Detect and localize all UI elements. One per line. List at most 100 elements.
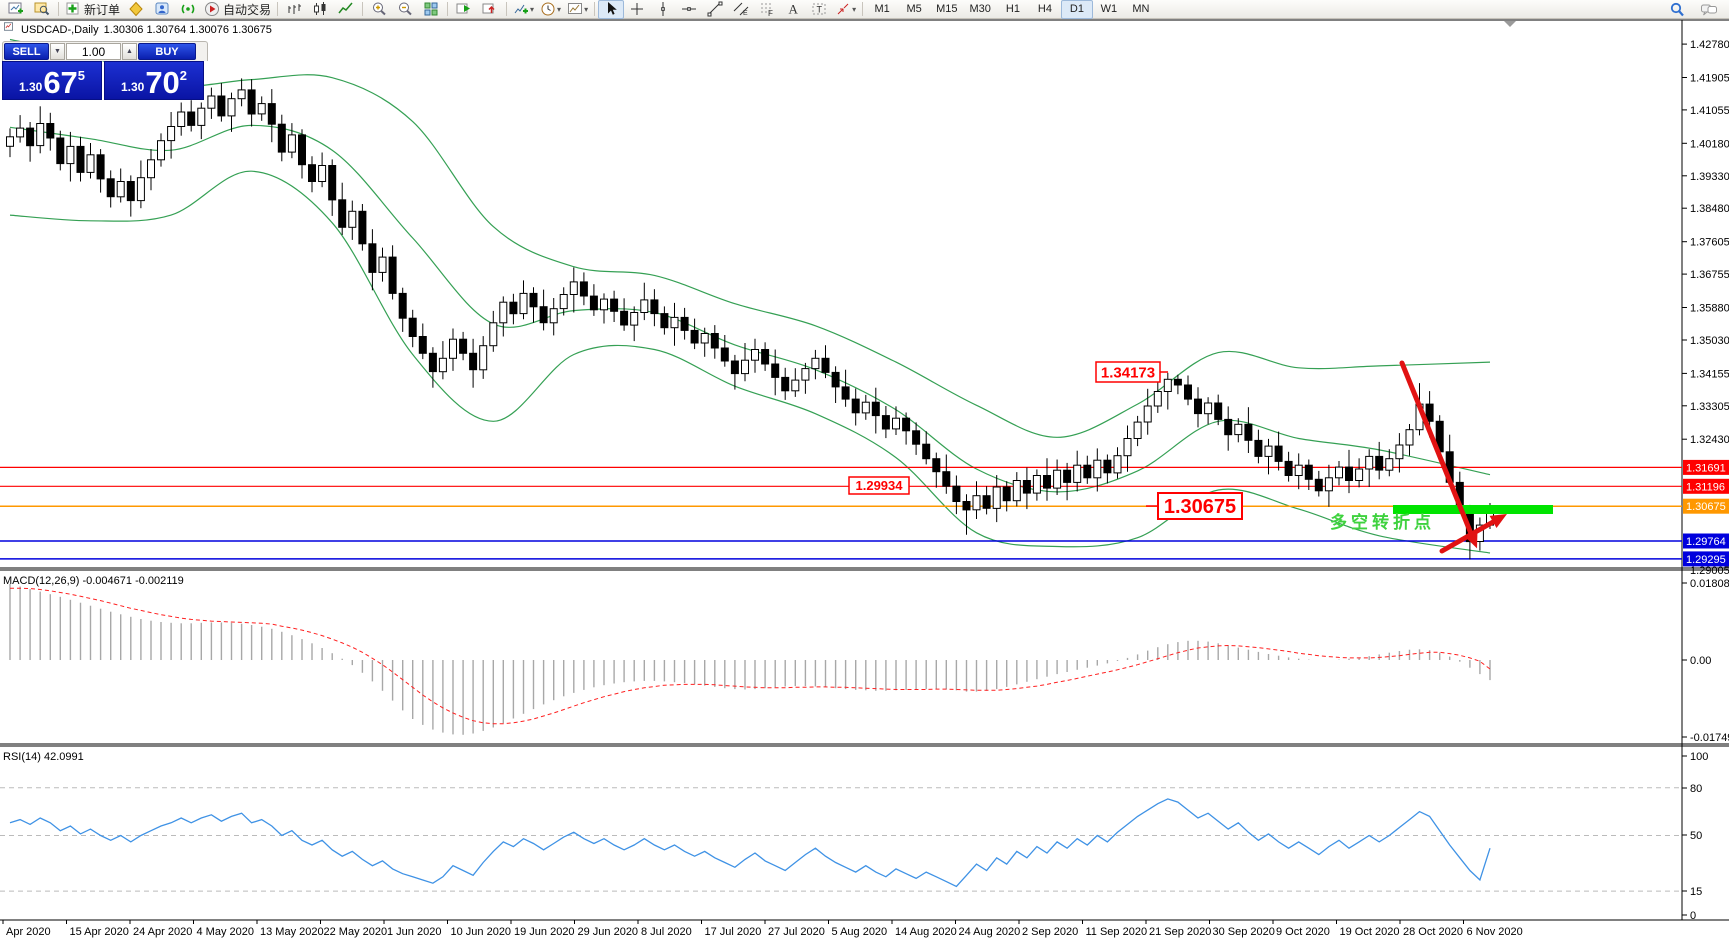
- svg-text:4 May 2020: 4 May 2020: [197, 926, 254, 938]
- svg-text:1.37605: 1.37605: [1690, 237, 1729, 249]
- volume-input[interactable]: [66, 43, 121, 60]
- search-icon[interactable]: [1669, 1, 1685, 18]
- timeframe-d1-button[interactable]: D1: [1060, 0, 1093, 19]
- svg-text:1.36755: 1.36755: [1690, 269, 1729, 281]
- chat-icon[interactable]: [1701, 1, 1717, 18]
- hline-icon[interactable]: [676, 0, 702, 19]
- svg-text:9 Oct 2020: 9 Oct 2020: [1276, 926, 1330, 938]
- toolbar-separator: [277, 2, 279, 16]
- arrows-icon[interactable]: ▾: [832, 0, 859, 19]
- auto-scroll-icon[interactable]: [451, 0, 477, 19]
- svg-text:1.30675: 1.30675: [1686, 501, 1726, 513]
- svg-text:1.33305: 1.33305: [1690, 401, 1729, 413]
- timeframe-m15-button[interactable]: M15: [930, 0, 963, 19]
- indicators-icon[interactable]: ▾: [510, 0, 537, 19]
- timeframe-m30-button[interactable]: M30: [964, 0, 997, 19]
- chinese-note-label[interactable]: 多空转折点: [1330, 512, 1435, 532]
- svg-text:1.38480: 1.38480: [1690, 203, 1729, 215]
- rsi-pane[interactable]: RSI(14) 42.0991: [0, 751, 1682, 892]
- svg-text:0.00: 0.00: [1690, 655, 1711, 667]
- toolbar-separator: [362, 2, 364, 16]
- buy-price-point: 2: [179, 68, 188, 83]
- new-order-button[interactable]: 新订单: [62, 0, 123, 19]
- low-price-label[interactable]: 1.29934: [848, 476, 910, 495]
- svg-text:1.34155: 1.34155: [1690, 368, 1729, 380]
- date-axis[interactable]: Apr 2020 15 Apr 2020 24 Apr 2020 4 May 2020…: [2, 920, 1523, 938]
- svg-text:1.30675: 1.30675: [1164, 496, 1236, 518]
- svg-text:10 Jun 2020: 10 Jun 2020: [451, 926, 512, 938]
- autotrade-button[interactable]: 自动交易: [201, 0, 274, 19]
- volume-decrease-button[interactable]: ▼: [50, 43, 65, 60]
- svg-text:17 Jul 2020: 17 Jul 2020: [705, 926, 762, 938]
- signal-icon[interactable]: [175, 0, 201, 19]
- price-tag-1.31691: 1.31691: [1683, 459, 1729, 475]
- candlestick-icon[interactable]: [307, 0, 333, 19]
- mt4-terminal-window: 多空转折点 1.34173 1.30675 1.29934 MACD(12,26,9) …: [0, 0, 1729, 941]
- chart-canvas[interactable]: 多空转折点 1.34173 1.30675 1.29934 MACD(12,26,9) …: [0, 0, 1729, 941]
- svg-text:2 Sep 2020: 2 Sep 2020: [1022, 926, 1078, 938]
- profiles-icon[interactable]: [29, 0, 55, 19]
- timeframe-m1-button[interactable]: M1: [866, 0, 898, 19]
- svg-text:1.29934: 1.29934: [856, 478, 904, 493]
- timeframe-mn-button[interactable]: MN: [1125, 0, 1157, 19]
- svg-text:1 Jun 2020: 1 Jun 2020: [387, 926, 441, 938]
- sell-price[interactable]: 1.30 67 5: [2, 61, 102, 100]
- current-price-label[interactable]: 1.30675: [1157, 492, 1243, 520]
- svg-text:1.29764: 1.29764: [1686, 536, 1726, 548]
- zoom-in-icon[interactable]: [366, 0, 392, 19]
- sell-price-point: 5: [77, 68, 86, 83]
- timeframe-h1-button[interactable]: H1: [997, 0, 1029, 19]
- market-watch-icon[interactable]: [149, 0, 175, 19]
- toolbar-separator: [58, 2, 59, 16]
- svg-text:1.31196: 1.31196: [1686, 481, 1725, 493]
- toolbar-separator: [594, 2, 596, 16]
- new-chart-icon[interactable]: [3, 0, 29, 19]
- svg-text:5 Aug 2020: 5 Aug 2020: [832, 926, 888, 938]
- price-axis[interactable]: 1.42780 1.41905 1.41055 1.40180 1.39330 1.384…: [1682, 39, 1729, 922]
- svg-text:F: F: [768, 9, 773, 17]
- timeframe-w1-button[interactable]: W1: [1093, 0, 1125, 19]
- svg-text:1.34173: 1.34173: [1101, 364, 1155, 381]
- chart-shift-icon[interactable]: [477, 0, 503, 19]
- zoom-out-icon[interactable]: [392, 0, 418, 19]
- sell-price-pips: 67: [43, 65, 78, 100]
- svg-text:13 May 2020: 13 May 2020: [260, 926, 324, 938]
- ohlc-values: 1.30306 1.30764 1.30076 1.30675: [103, 23, 272, 36]
- timeframe-h4-button[interactable]: H4: [1029, 0, 1061, 19]
- svg-text:19 Jun 2020: 19 Jun 2020: [514, 926, 575, 938]
- svg-text:29 Jun 2020: 29 Jun 2020: [578, 926, 639, 938]
- fibonacci-icon[interactable]: F: [754, 0, 780, 19]
- symbol-period-label: USDCAD-,Daily: [21, 23, 99, 36]
- channel-icon[interactable]: E: [728, 0, 754, 19]
- rsi-indicator-label: RSI(14) 42.0991: [3, 751, 84, 763]
- price-tag-1.31196: 1.31196: [1683, 478, 1729, 494]
- toolbar: 新订单 自动交易 ▾ ▾ ▾ E F A T ▾ M1 M5 M15 M30 H1 H4 D1 W1 MN: [0, 0, 1729, 19]
- macd-pane[interactable]: MACD(12,26,9) -0.004671 -0.002119: [3, 575, 1491, 735]
- label-icon[interactable]: T: [806, 0, 832, 19]
- tile-windows-icon[interactable]: [418, 0, 444, 19]
- periods-icon[interactable]: ▾: [537, 0, 564, 19]
- quotes-icon[interactable]: [123, 0, 149, 19]
- peak-price-label[interactable]: 1.34173: [1095, 361, 1161, 383]
- text-icon[interactable]: A: [780, 0, 806, 19]
- main-chart-pane[interactable]: 多空转折点 1.34173 1.30675 1.29934: [0, 38, 1682, 560]
- cursor-icon[interactable]: [598, 0, 625, 19]
- bollinger-lower-band: [9, 170, 1491, 554]
- timeframe-m5-button[interactable]: M5: [898, 0, 930, 19]
- buy-price[interactable]: 1.30 70 2: [104, 61, 204, 100]
- svg-text:100: 100: [1690, 751, 1708, 763]
- trendline-icon[interactable]: [702, 0, 728, 19]
- vline-icon[interactable]: [650, 0, 676, 19]
- svg-text:1.29295: 1.29295: [1686, 554, 1726, 566]
- bar-chart-icon[interactable]: [281, 0, 307, 19]
- buy-button[interactable]: BUY: [138, 43, 196, 60]
- svg-text:0.018083: 0.018083: [1690, 578, 1729, 590]
- line-chart-icon[interactable]: [333, 0, 359, 19]
- svg-text:6 Nov 2020: 6 Nov 2020: [1467, 926, 1523, 938]
- templates-icon[interactable]: ▾: [564, 0, 591, 19]
- crosshair-icon[interactable]: [624, 0, 650, 19]
- sell-button[interactable]: SELL: [4, 43, 49, 60]
- price-tag-1.29295: 1.29295: [1683, 551, 1729, 567]
- volume-increase-button[interactable]: ▲: [122, 43, 137, 60]
- svg-text:1.29005: 1.29005: [1690, 565, 1729, 577]
